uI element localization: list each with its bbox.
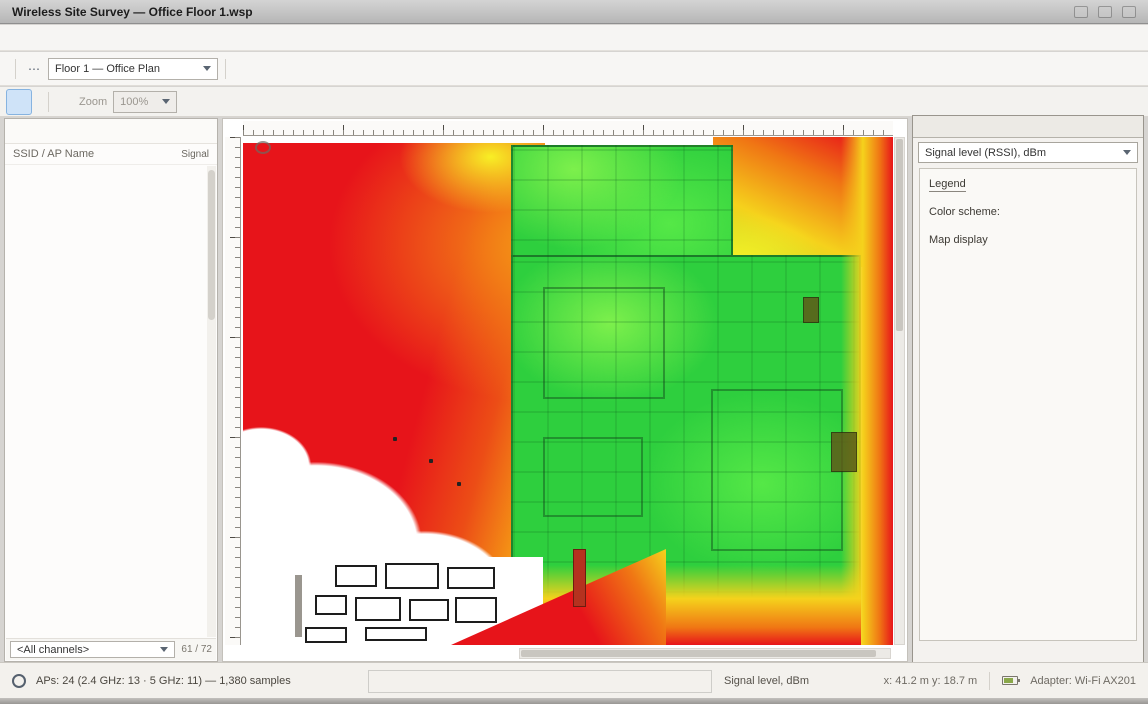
window-edge bbox=[0, 698, 1148, 704]
battery-icon bbox=[1002, 676, 1018, 685]
scan-status-icon bbox=[12, 674, 26, 688]
visualization-selector-value: Signal level (RSSI), dBm bbox=[925, 147, 1046, 159]
map-vertical-scrollbar[interactable] bbox=[894, 137, 905, 645]
ap-list-columns: SSID / AP Name Signal bbox=[5, 144, 217, 165]
legend-scale-label: Signal level, dBm bbox=[724, 675, 809, 687]
maximize-button[interactable] bbox=[1098, 6, 1112, 18]
view-toolbar: Zoom 100% bbox=[0, 87, 1148, 117]
ap-list-footer: <All channels> 61 / 72 bbox=[6, 638, 216, 660]
close-button[interactable] bbox=[1122, 6, 1136, 18]
minimize-button[interactable] bbox=[1074, 6, 1088, 18]
chevron-down-icon bbox=[1123, 150, 1131, 155]
scrollbar-thumb[interactable] bbox=[208, 170, 215, 320]
ap-list-toolbar bbox=[5, 119, 217, 144]
map-canvas[interactable] bbox=[222, 118, 908, 662]
window-title: Wireless Site Survey — Office Floor 1.ws… bbox=[12, 5, 253, 19]
survey-point bbox=[429, 459, 433, 463]
chevron-down-icon bbox=[162, 99, 170, 104]
scrollbar-thumb[interactable] bbox=[896, 139, 903, 331]
ap-tree bbox=[5, 166, 207, 637]
scan-status-text: APs: 24 (2.4 GHz: 13 · 5 GHz: 11) — 1,38… bbox=[36, 675, 291, 687]
toolbar-separator bbox=[15, 59, 16, 79]
column-signal[interactable]: Signal bbox=[181, 149, 209, 160]
ap-count: 61 / 72 bbox=[181, 644, 212, 655]
ap-list-scrollbar[interactable] bbox=[207, 166, 216, 637]
zoom-value: 100% bbox=[120, 96, 148, 108]
scrollbar-thumb[interactable] bbox=[521, 650, 876, 657]
visualization-selector[interactable]: Signal level (RSSI), dBm bbox=[918, 142, 1138, 163]
chevron-down-icon bbox=[160, 647, 168, 652]
select-tool-button[interactable] bbox=[6, 89, 32, 115]
heatmap[interactable] bbox=[243, 137, 893, 645]
column-name[interactable]: SSID / AP Name bbox=[13, 148, 94, 160]
toolbar-separator bbox=[225, 59, 226, 79]
status-separator bbox=[989, 672, 990, 690]
window-controls bbox=[1074, 6, 1136, 18]
wall-block bbox=[803, 297, 819, 323]
zoom-selector[interactable]: 100% bbox=[113, 91, 177, 113]
title-bar: Wireless Site Survey — Office Floor 1.ws… bbox=[0, 0, 1148, 24]
room-outline bbox=[711, 389, 843, 551]
wall-block bbox=[831, 432, 857, 472]
north-arrow-icon bbox=[255, 141, 271, 154]
status-bar: APs: 24 (2.4 GHz: 13 · 5 GHz: 11) — 1,38… bbox=[0, 662, 1148, 698]
survey-point bbox=[457, 482, 461, 486]
channel-filter-selector[interactable]: <All channels> bbox=[10, 641, 175, 658]
menu-bar bbox=[0, 25, 1148, 51]
legend-label: Legend bbox=[929, 178, 966, 192]
map-horizontal-scrollbar[interactable] bbox=[519, 648, 891, 659]
status-right: x: 41.2 m y: 18.7 m Adapter: Wi-Fi AX201 bbox=[884, 672, 1136, 690]
history-dropdown-button[interactable]: ⋯ bbox=[23, 58, 45, 80]
room-outline bbox=[543, 287, 665, 399]
visualization-settings: Legend Color scheme: Map display bbox=[919, 168, 1137, 641]
channel-filter-value: <All channels> bbox=[17, 644, 89, 656]
visualization-panel: Signal level (RSSI), dBm Legend Color sc… bbox=[912, 115, 1144, 668]
color-scheme-label: Color scheme: bbox=[929, 206, 1127, 218]
survey-point bbox=[393, 437, 397, 441]
floor-plan-selector[interactable]: Floor 1 — Office Plan bbox=[48, 58, 218, 80]
signal-legend bbox=[368, 670, 712, 693]
ap-list-panel: SSID / AP Name Signal <All channels> 61 … bbox=[4, 118, 218, 662]
panel-tabs bbox=[913, 116, 1143, 138]
vertical-ruler bbox=[225, 137, 241, 645]
toolbar-separator bbox=[48, 92, 49, 112]
map-display-title: Map display bbox=[929, 234, 1127, 246]
chevron-down-icon bbox=[203, 66, 211, 71]
horizontal-ruler bbox=[243, 121, 893, 136]
wall-block bbox=[573, 549, 586, 607]
heatmap-strong-signal-region bbox=[511, 145, 733, 273]
room-outline bbox=[543, 437, 643, 517]
cursor-coordinates: x: 41.2 m y: 18.7 m bbox=[884, 675, 978, 687]
floor-plan-selector-value: Floor 1 — Office Plan bbox=[55, 63, 160, 75]
adapter-name: Adapter: Wi-Fi AX201 bbox=[1030, 675, 1136, 687]
main-toolbar: ⋯ Floor 1 — Office Plan bbox=[0, 52, 1148, 86]
zoom-label: Zoom bbox=[79, 96, 107, 108]
